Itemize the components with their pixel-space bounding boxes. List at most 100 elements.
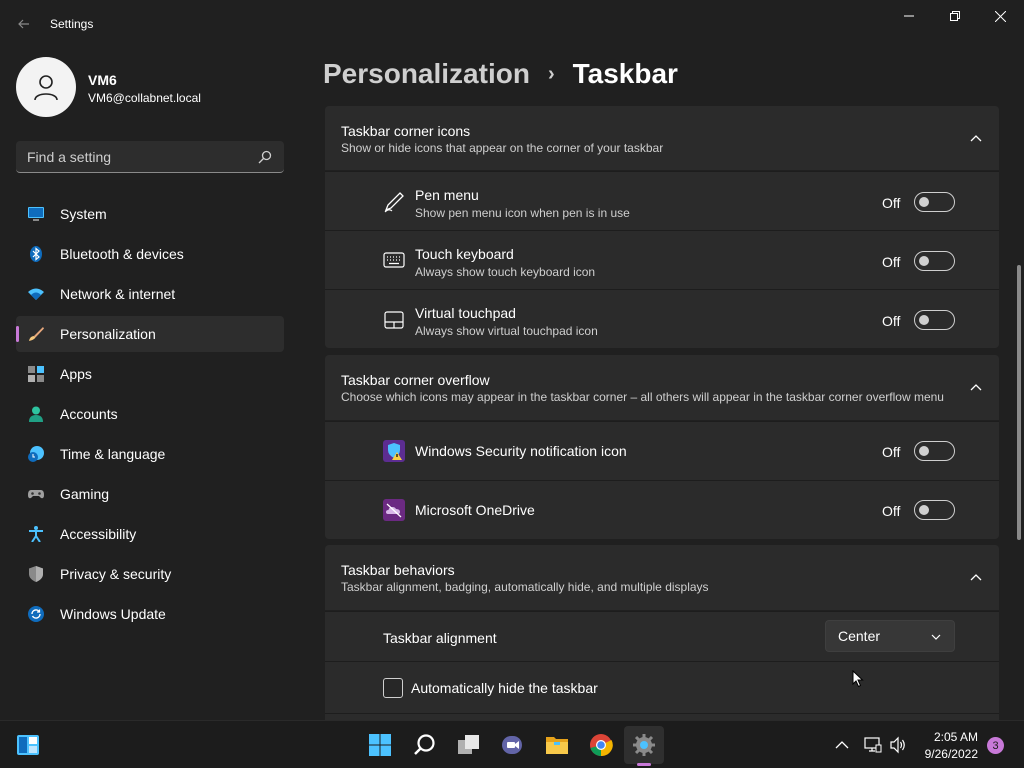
sidebar-item-label: Windows Update (60, 606, 166, 622)
notification-badge[interactable]: 3 (987, 737, 1004, 754)
chrome-icon[interactable] (589, 733, 613, 757)
chevron-up-icon[interactable] (969, 380, 983, 394)
minimize-button[interactable] (889, 4, 929, 28)
task-view-icon[interactable] (457, 733, 481, 757)
selected-indicator (16, 326, 19, 342)
row-title: Touch keyboard (415, 246, 514, 262)
pen-menu-row: Pen menu Show pen menu icon when pen is … (325, 171, 999, 230)
next-row-partial (325, 713, 999, 720)
sidebar-item-windows-update[interactable]: Windows Update (16, 596, 284, 632)
avatar[interactable] (16, 57, 76, 117)
volume-icon[interactable] (889, 736, 907, 754)
sidebar-item-label: Apps (60, 366, 92, 382)
virtual-touchpad-toggle[interactable] (914, 310, 955, 330)
restore-icon (950, 11, 960, 21)
pen-menu-toggle[interactable] (914, 192, 955, 212)
behaviors-header[interactable]: Taskbar behaviors Taskbar alignment, bad… (325, 545, 999, 610)
back-button[interactable] (12, 12, 36, 36)
file-explorer-icon[interactable] (545, 733, 569, 757)
breadcrumb-parent[interactable]: Personalization (323, 58, 530, 90)
onedrive-toggle[interactable] (914, 500, 955, 520)
search-input[interactable]: Find a setting (16, 141, 284, 173)
restore-button[interactable] (935, 4, 975, 28)
keyboard-icon (383, 252, 405, 268)
touchpad-icon (384, 311, 404, 329)
corner-icons-header[interactable]: Taskbar corner icons Show or hide icons … (325, 106, 999, 170)
sidebar-item-label: Network & internet (60, 286, 176, 302)
widgets-icon[interactable] (16, 733, 40, 757)
onedrive-icon (383, 499, 405, 521)
sidebar-item-time-language[interactable]: Time & language (16, 436, 284, 472)
taskbar: 2:05 AM 9/26/2022 3 (0, 720, 1024, 768)
row-title: Virtual touchpad (415, 305, 516, 321)
section-title: Taskbar behaviors (341, 562, 455, 578)
onedrive-row: Microsoft OneDrive Off (325, 480, 999, 539)
start-icon[interactable] (368, 733, 392, 757)
breadcrumb-separator: › (547, 62, 555, 85)
active-app-indicator (637, 763, 651, 766)
toggle-state-label: Off (882, 313, 901, 329)
app-title: Settings (50, 17, 94, 31)
monitor-icon (28, 207, 44, 221)
search-placeholder: Find a setting (27, 149, 112, 165)
sidebar-item-accessibility[interactable]: Accessibility (16, 516, 284, 552)
section-description: Taskbar alignment, badging, automaticall… (341, 580, 709, 594)
chevron-up-icon[interactable] (969, 131, 983, 145)
toggle-state-label: Off (882, 503, 901, 519)
sidebar-item-apps[interactable]: Apps (16, 356, 284, 392)
dropdown-value: Center (838, 628, 881, 644)
row-title: Windows Security notification icon (415, 443, 627, 459)
chevron-up-icon[interactable] (969, 570, 983, 584)
row-description: Always show touch keyboard icon (415, 265, 596, 279)
taskbar-alignment-row: Taskbar alignment Center (325, 611, 999, 661)
wifi-icon (28, 288, 44, 300)
toggle-knob (919, 256, 929, 266)
row-title[interactable]: Automatically hide the taskbar (411, 680, 598, 696)
sidebar-item-label: Accounts (60, 406, 118, 422)
mouse-cursor-icon (852, 670, 864, 688)
section-title: Taskbar corner icons (341, 123, 471, 139)
search-icon (258, 150, 272, 164)
user-email: VM6@collabnet.local (88, 91, 201, 105)
toggle-knob (919, 197, 929, 207)
toggle-knob (919, 505, 929, 515)
scrollbar-thumb[interactable] (1017, 265, 1021, 540)
section-title: Taskbar corner overflow (341, 372, 490, 388)
close-button[interactable] (980, 4, 1020, 28)
minimize-icon (904, 15, 914, 17)
sidebar-item-personalization[interactable]: Personalization (16, 316, 284, 352)
autohide-row: Automatically hide the taskbar (325, 661, 999, 713)
sidebar-item-gaming[interactable]: Gaming (16, 476, 284, 512)
title-bar: Settings (0, 0, 1024, 48)
network-icon[interactable] (864, 736, 882, 754)
sidebar-item-bluetooth[interactable]: Bluetooth & devices (16, 236, 284, 272)
section-description: Choose which icons may appear in the tas… (341, 390, 944, 404)
virtual-touchpad-row: Virtual touchpad Always show virtual tou… (325, 289, 999, 348)
windows-security-toggle[interactable] (914, 441, 955, 461)
sidebar-item-privacy[interactable]: Privacy & security (16, 556, 284, 592)
toggle-state-label: Off (882, 254, 901, 270)
alignment-dropdown[interactable]: Center (825, 620, 955, 652)
row-title: Pen menu (415, 187, 479, 203)
chevron-down-icon (931, 634, 941, 640)
touch-keyboard-toggle[interactable] (914, 251, 955, 271)
chevron-up-icon[interactable] (834, 737, 850, 753)
settings-gear-icon[interactable] (632, 733, 656, 757)
brush-icon (29, 327, 44, 341)
sidebar-item-system[interactable]: System (16, 196, 284, 232)
clock-time[interactable]: 2:05 AM (930, 730, 978, 744)
windows-security-icon (383, 440, 405, 462)
sidebar-item-network[interactable]: Network & internet (16, 276, 284, 312)
autohide-checkbox[interactable] (383, 678, 403, 698)
accessibility-icon (29, 526, 43, 542)
corner-overflow-header[interactable]: Taskbar corner overflow Choose which ico… (325, 355, 999, 420)
clock-date[interactable]: 9/26/2022 (921, 747, 978, 761)
row-title: Taskbar alignment (383, 630, 497, 646)
user-name: VM6 (88, 72, 117, 88)
person-icon (34, 75, 58, 101)
apps-icon (28, 366, 44, 382)
teams-chat-icon[interactable] (501, 733, 525, 757)
sidebar-item-accounts[interactable]: Accounts (16, 396, 284, 432)
person-icon (29, 406, 43, 422)
search-icon[interactable] (413, 733, 437, 757)
